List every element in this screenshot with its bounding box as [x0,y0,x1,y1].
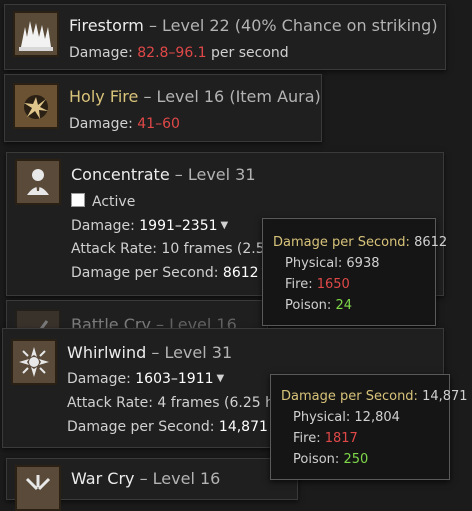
dps-tooltip-whirlwind: Damage per Second: 14,871 Physical: 12,8… [270,374,468,480]
damage-value: 1991–2351 [139,218,218,234]
damage-label: Damage: [69,45,138,61]
tooltip-dps-value: 8612 [414,235,448,250]
skill-name: Whirlwind [67,343,147,362]
dps-value: 8612 [222,265,259,281]
tooltip-physical-line: Physical: 12,804 [293,410,400,425]
attack-rate-line: Attack Rate: 4 frames (6.25 hits [67,395,291,411]
tooltip-poison-value: 250 [343,452,369,467]
whirlwind-icon [11,339,57,385]
tooltip-poison-value: 24 [335,298,352,313]
damage-line: Damage: 41–60 [69,116,180,132]
dps-label: Damage per Second: [67,419,219,435]
tooltip-physical-line: Physical: 6938 [285,256,380,271]
damage-line: Damage: 82.8–96.1 per second [69,45,289,61]
tooltip-fire-value: 1817 [324,431,358,446]
tooltip-fire-value: 1650 [316,277,350,292]
tooltip-fire-label: Fire: [285,277,313,292]
damage-value: 82.8–96.1 [137,45,207,61]
attack-rate: Attack Rate: 4 frames (6.25 hits [67,395,291,411]
skill-name: Firestorm [69,16,144,35]
skill-name: Concentrate [71,165,170,184]
skill-title: Concentrate – Level 31 [71,165,256,184]
tooltip-dps-value: 14,871 [422,389,468,404]
tooltip-dps-line: Damage per Second: 14,871 [281,389,468,404]
dps-tooltip-concentrate: Damage per Second: 8612 Physical: 6938 F… [262,218,447,326]
skill-title: War Cry – Level 16 [71,469,220,488]
skill-level: – Level 16 [139,469,221,488]
tooltip-dps-label: Damage per Second: [281,389,418,404]
skill-panel-holy-fire: Holy Fire – Level 16 (Item Aura) Damage:… [4,74,322,142]
tooltip-physical-label: Physical: [293,410,351,425]
holy-fire-icon [13,83,59,129]
active-toggle[interactable]: Active [71,193,135,210]
skill-panel-war-cry: War Cry – Level 16 [6,458,298,511]
skill-level: – Level 16 (Item Aura) [143,87,321,106]
tooltip-physical-value: 6938 [346,256,380,271]
skill-level: – Level 31 [174,165,256,184]
firestorm-icon [13,11,59,57]
skill-title: Holy Fire – Level 16 (Item Aura) [69,87,321,106]
skill-level: – Level 22 (40% Chance on striking) [148,16,438,35]
caret-down-icon[interactable]: ▼ [221,220,229,231]
tooltip-fire-label: Fire: [293,431,321,446]
attack-rate: Attack Rate: 10 frames (2.5 hi [71,241,282,257]
damage-value: 41–60 [137,116,180,132]
war-cry-icon [15,465,61,511]
tooltip-physical-value: 12,804 [354,410,400,425]
skill-title: Firestorm – Level 22 (40% Chance on stri… [69,16,438,35]
damage-label: Damage: [71,218,140,234]
tooltip-dps-label: Damage per Second: [273,235,410,250]
damage-dropdown[interactable]: Damage: 1991–2351 ▼ [71,218,228,234]
active-label: Active [92,194,136,210]
tooltip-poison-line: Poison: 24 [285,298,352,313]
tooltip-fire-line: Fire: 1650 [285,277,350,292]
dps-dropdown[interactable]: Damage per Second: 14,871▼ [67,419,279,435]
skill-title: Whirlwind – Level 31 [67,343,232,362]
attack-rate-line: Attack Rate: 10 frames (2.5 hi [71,241,282,257]
caret-down-icon[interactable]: ▼ [217,373,225,384]
skill-name: Holy Fire [69,87,139,106]
skill-name: War Cry [71,469,135,488]
skill-panel-firestorm: Firestorm – Level 22 (40% Chance on stri… [4,4,446,70]
damage-label: Damage: [69,116,138,132]
tooltip-poison-line: Poison: 250 [293,452,368,467]
tooltip-poison-label: Poison: [285,298,332,313]
tooltip-dps-line: Damage per Second: 8612 [273,235,447,250]
tooltip-physical-label: Physical: [285,256,343,271]
dps-label: Damage per Second: [71,265,223,281]
concentrate-icon [15,159,61,205]
active-checkbox[interactable] [71,193,85,207]
damage-value: 1603–1911 [135,371,214,387]
dps-value: 14,871 [218,419,268,435]
damage-suffix: per second [206,45,289,61]
damage-dropdown[interactable]: Damage: 1603–1911 ▼ [67,371,224,387]
dps-dropdown[interactable]: Damage per Second: 8612▼ [71,265,269,281]
tooltip-fire-line: Fire: 1817 [293,431,358,446]
damage-label: Damage: [67,371,136,387]
skill-level: – Level 31 [151,343,233,362]
tooltip-poison-label: Poison: [293,452,340,467]
